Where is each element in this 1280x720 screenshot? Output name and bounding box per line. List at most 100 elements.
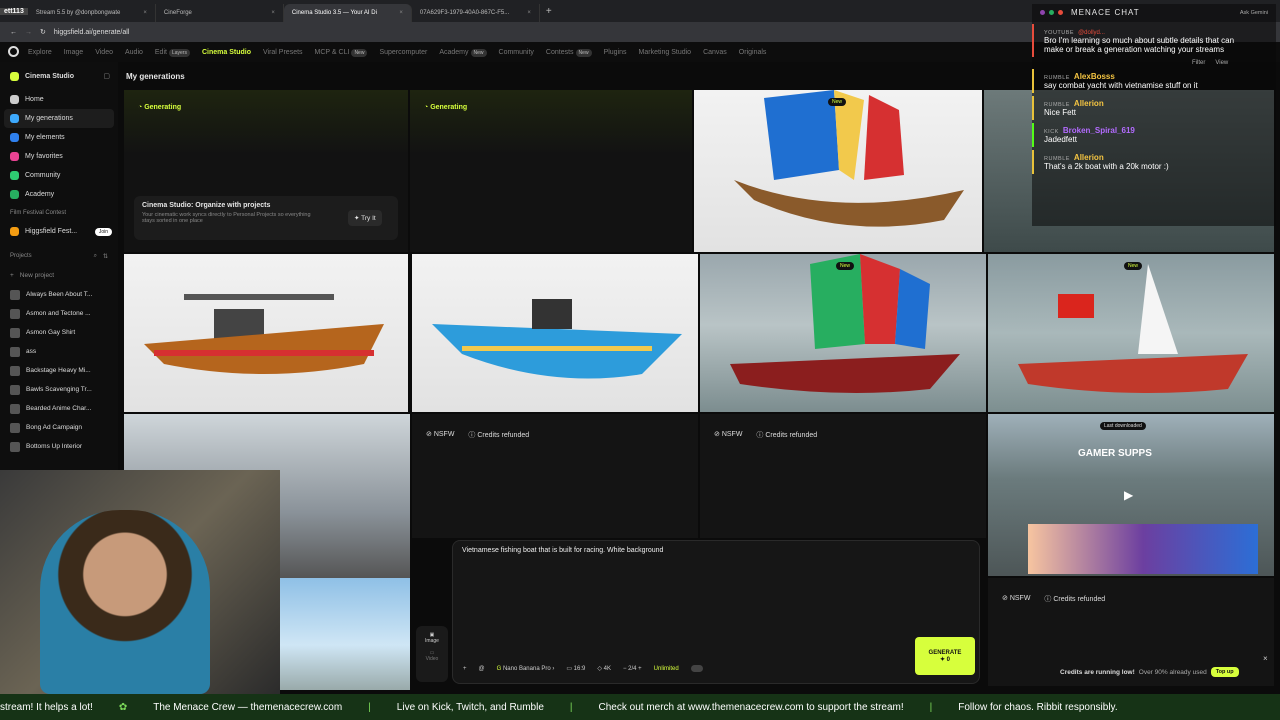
nsfw-label: ⊘ NSFW [1002,595,1031,602]
project-thumbnail [10,384,20,395]
project-item[interactable]: Bong Ad Campaign [0,418,118,437]
nav-item[interactable]: Originals [739,49,767,56]
project-item[interactable]: Backstage Heavy Mi... [0,361,118,380]
logo-icon[interactable] [8,46,19,57]
nav-item-mcp[interactable]: MCP & CLI New [315,48,368,57]
count-stepper[interactable]: − 2/4 + [623,666,642,672]
nsfw-label: ⊘ NSFW [714,431,743,438]
new-badge: New [828,98,847,106]
close-icon[interactable]: × [143,10,147,16]
close-icon[interactable]: × [399,10,403,16]
refund-label: ⓘ Credits refunded [468,432,530,439]
add-icon[interactable]: + [463,666,467,672]
ticker-item: Check out merch at www.themenacecrew.com… [598,701,904,713]
aspect-ratio-selector[interactable]: ▭ 16:9 [566,665,585,672]
generation-image-sailboat[interactable]: New [694,90,982,252]
nav-item[interactable]: Marketing Studio [639,49,692,56]
reload-icon[interactable]: ↻ [40,28,46,36]
nav-item-active[interactable]: Cinema Studio [202,49,251,56]
chat-overlay: MENACE CHAT Ask Gemini YOUTUBE @dollyd...… [1032,4,1276,226]
url-field[interactable]: higgsfield.ai/generate/all [54,29,130,36]
project-item[interactable]: Bottoms Up Interior [0,437,118,456]
generating-tile[interactable]: ◔ Generating [410,90,692,252]
nav-item[interactable]: Supercomputer [379,49,427,56]
nav-item-contests[interactable]: Contests New [546,48,592,57]
status-dot-icon [1058,10,1063,15]
generation-video-car[interactable]: GAMER SUPPS ▶ Last downloaded [988,414,1274,576]
top-up-button[interactable]: Top up [1210,667,1239,677]
nav-item-academy[interactable]: Academy New [439,48,487,57]
nsfw-tile[interactable]: ⊘ NSFW ⓘ Credits refunded [700,414,986,538]
nav-item[interactable]: Canvas [703,49,727,56]
nav-item-edit[interactable]: Edit Layers [155,48,190,57]
filter-button[interactable]: Filter [1192,60,1205,66]
resolution-selector[interactable]: ◇ 4K [597,665,611,672]
back-icon[interactable]: ← [10,29,17,36]
nsfw-status: ⊘ NSFW ⓘ Credits refunded [1002,594,1105,604]
chat-message: RUMBLE AlexBosss say combat yacht with vi… [1032,69,1276,93]
project-item[interactable]: ass [0,342,118,361]
project-item[interactable]: Always Been About T... [0,285,118,304]
new-tab-icon[interactable]: + [540,6,552,17]
generate-button[interactable]: GENERATE ✦ 0 [915,637,975,675]
project-item[interactable]: Asmon Gay Shirt [0,323,118,342]
last-downloaded-badge: Last downloaded [1100,422,1146,430]
sidebar-item-my-favorites[interactable]: My favorites [0,147,118,166]
sidebar-item-academy[interactable]: Academy [0,185,118,204]
close-icon[interactable]: × [271,10,275,16]
generation-image-boat-race[interactable]: New [700,254,986,412]
browser-tab[interactable]: 07A629F3-1979-40A0-867C-F5... × [412,4,540,22]
nav-item[interactable]: Viral Presets [263,49,303,56]
project-thumbnail [10,289,20,300]
nav-item[interactable]: Community [499,49,534,56]
new-badge: New [1124,262,1143,270]
prompt-input[interactable]: Vietnamese fishing boat that is built fo… [462,547,962,554]
model-selector[interactable]: G Nano Banana Pro › [497,666,555,672]
generating-tile[interactable]: ◔ Generating Cinema Studio: Organize wit… [124,90,408,252]
generation-image-palms[interactable] [280,578,410,690]
ask-gemini[interactable]: Ask Gemini [1240,10,1268,16]
nav-item[interactable]: Plugins [604,49,627,56]
generation-image-canoe[interactable] [412,254,698,412]
sidebar-item-my-generations[interactable]: My generations [4,109,114,128]
project-item[interactable]: Asmon and Tectone ... [0,304,118,323]
forward-icon[interactable]: → [25,29,32,36]
try-it-button[interactable]: ✦ Try It [348,210,382,226]
search-icon[interactable]: ⌕ [94,253,97,260]
nsfw-tile[interactable]: ⊘ NSFW ⓘ Credits refunded [412,414,698,538]
new-badge: New [836,262,855,270]
streamer-figure [40,510,210,694]
close-icon[interactable]: × [1263,654,1268,663]
project-item[interactable]: Bawls Scavenging Tr... [0,380,118,399]
nsfw-status: ⊘ NSFW ⓘ Credits refunded [714,430,817,440]
generating-label: ◔ Generating [138,104,182,111]
video-mode-button[interactable]: ▭ Video [416,650,448,662]
project-thumbnail [10,441,20,452]
browser-tab[interactable]: CineForge × [156,4,284,22]
sidebar-item-community[interactable]: Community [0,166,118,185]
nav-item[interactable]: Explore [28,49,52,56]
play-icon[interactable]: ▶ [1124,488,1133,502]
generation-image-racing-boat[interactable] [124,254,408,412]
project-item[interactable]: Bearded Anime Char... [0,399,118,418]
generation-image-flag-boat[interactable]: New [988,254,1274,412]
browser-tab-active[interactable]: Cinema Studio 3.5 — Your AI Di × [283,4,412,22]
nav-item[interactable]: Video [95,49,113,56]
festival-item[interactable]: Higgsfield Fest... Join [0,222,118,241]
sidebar-item-home[interactable]: Home [0,90,118,109]
nav-item[interactable]: Image [64,49,83,56]
mention-icon[interactable]: @ [479,666,485,672]
unlimited-toggle[interactable] [690,665,703,672]
sidebar-item-my-elements[interactable]: My elements [0,128,118,147]
sort-icon[interactable]: ⇅ [103,253,108,260]
prompt-panel: Vietnamese fishing boat that is built fo… [452,540,980,684]
generating-label: ◔ Generating [424,104,468,111]
view-button[interactable]: View [1215,60,1228,66]
image-mode-button[interactable]: ▣ Image [416,632,448,644]
close-icon[interactable]: × [527,10,531,16]
new-project-button[interactable]: + New project [0,266,118,285]
join-button[interactable]: Join [94,227,112,236]
collapse-sidebar-icon[interactable]: ▢ [103,72,110,80]
browser-tab[interactable]: Stream 5.5 by @donpbongwate × [28,4,156,22]
nav-item[interactable]: Audio [125,49,143,56]
